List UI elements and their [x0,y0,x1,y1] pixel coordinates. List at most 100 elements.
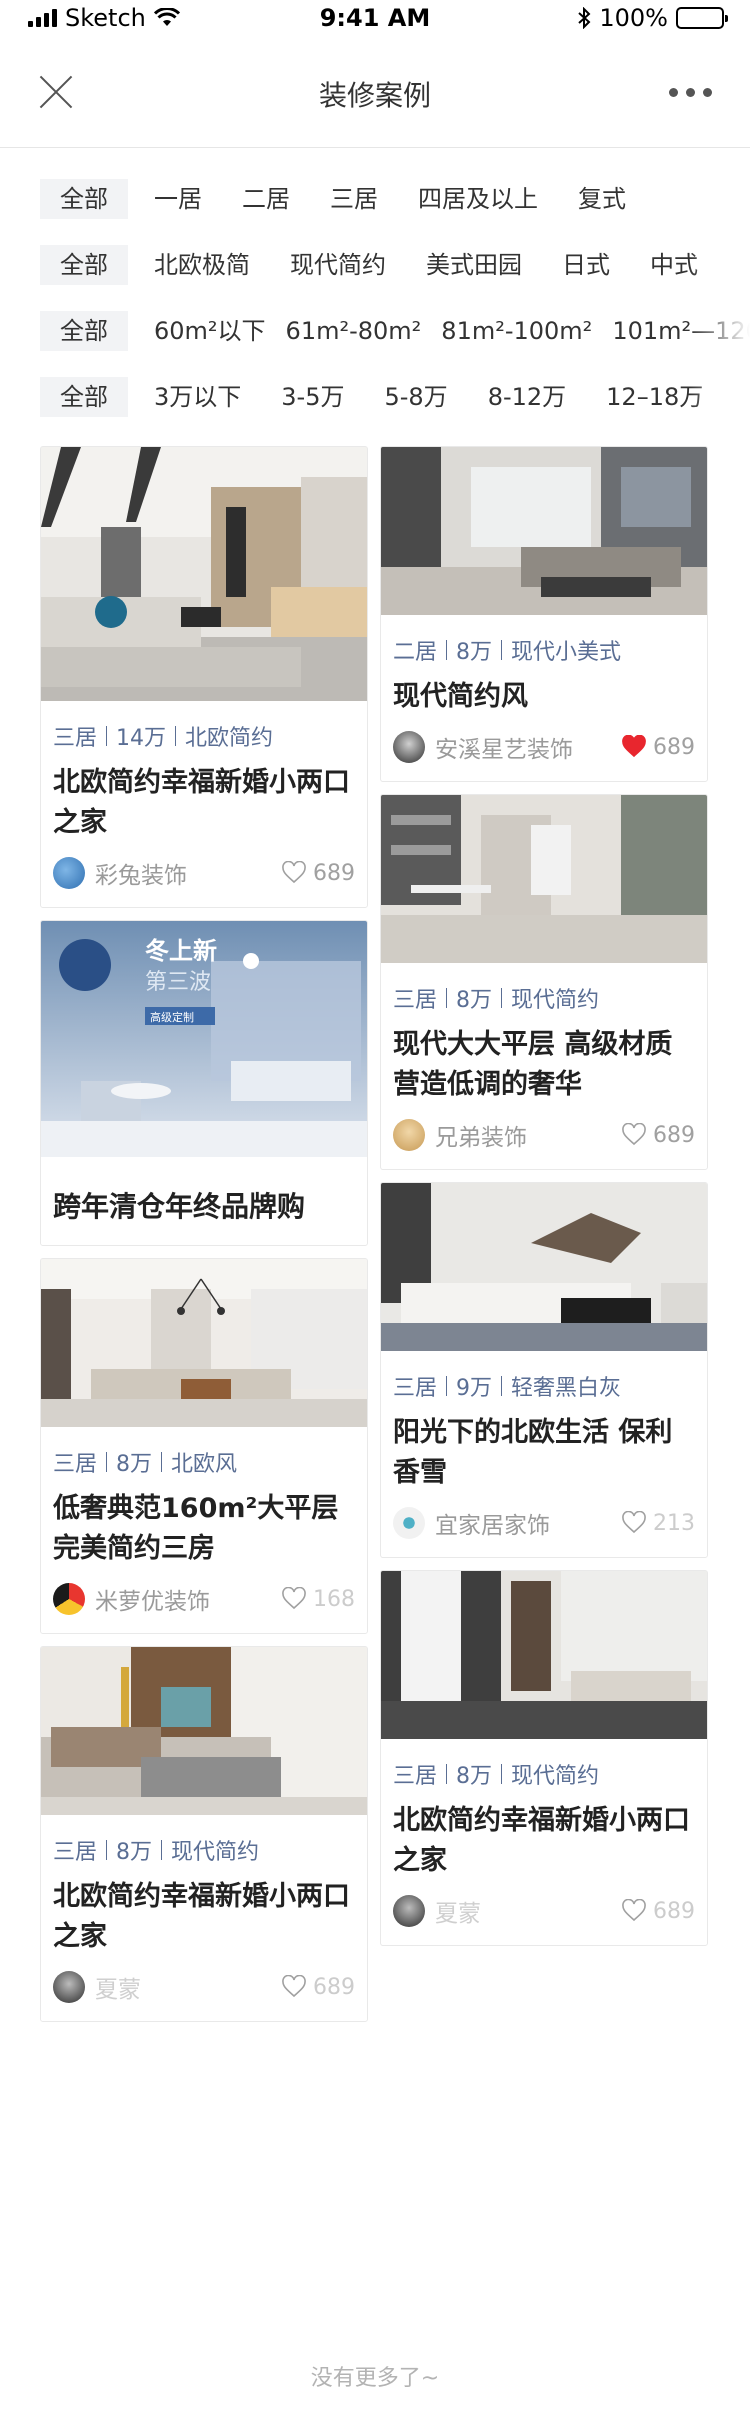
filter-chip[interactable]: 60m²以下 [154,311,266,351]
case-card[interactable]: 二居 8万 现代小美式 现代简约风 安溪星艺装饰 689 [380,446,708,782]
heart-outline-icon [282,861,306,884]
heart-outline-icon [622,1123,646,1146]
filter-row-budget: 全部 3万以下 3-5万 5-8万 8-12万 12–18万 [40,376,750,418]
filter-chip[interactable]: 5-8万 [384,377,447,417]
like-count: 689 [653,1898,695,1924]
feed-column-left: 三居 14万 北欧简约 北欧简约幸福新婚小两口之家 彩兔装饰 689 冬上新 第… [40,446,368,2034]
heart-outline-icon [282,1975,306,1998]
like-button[interactable]: 689 [621,1899,695,1924]
filter-chip[interactable]: 美式田园 [426,245,522,285]
case-title: 阳光下的北欧生活 保利香雪 [393,1417,673,1488]
tag-layout: 三居 [393,1764,438,1789]
row-fade [690,244,750,286]
filter-chip-all[interactable]: 全部 [40,245,128,285]
bluetooth-icon [578,7,591,29]
tag-budget: 8万 [456,988,493,1013]
poster-subtitle: 第三波 [145,970,211,995]
status-bar: Sketch 9:41 AM 100% [0,0,750,40]
avatar [393,731,425,763]
avatar [393,1119,425,1151]
tag-budget: 8万 [116,1840,153,1865]
filter-chip[interactable]: 3-5万 [281,377,344,417]
like-count: 213 [653,1510,695,1536]
filter-chip[interactable]: 现代简约 [290,245,386,285]
filter-chip[interactable]: 3万以下 [154,377,241,417]
case-card[interactable]: 三居 8万 现代简约 北欧简约幸福新婚小两口之家 夏蒙 689 [40,1646,368,2022]
filter-chip[interactable]: 复式 [578,179,626,219]
case-tags: 三居 8万 现代简约 [393,983,695,1013]
filter-chip[interactable]: 二居 [242,179,290,219]
case-title: 北欧简约幸福新婚小两口之家 [53,1881,350,1952]
case-photo [381,1571,707,1739]
tag-style: 现代简约 [511,988,600,1013]
filter-chip[interactable]: 81m²-100m² [441,311,592,351]
avatar [53,1971,85,2003]
promo-card[interactable]: 冬上新 第三波 高级定制 跨年清仓年终品牌购 [40,920,368,1246]
battery-icon [676,7,728,29]
tag-layout: 二居 [393,640,438,665]
case-meta: 夏蒙 689 [53,1969,355,2005]
case-card[interactable]: 三居 8万 现代简约 现代大大平层 高级材质营造低调的奢华 兄弟装饰 689 [380,794,708,1170]
tag-budget: 8万 [456,640,493,665]
author-name: 安溪星艺装饰 [435,737,573,763]
filter-chip[interactable]: 12–18万 [606,377,703,417]
row-fade [690,310,750,352]
heart-outline-icon [282,1587,306,1610]
like-count: 689 [653,1122,695,1148]
like-button[interactable]: 689 [621,735,695,760]
like-button[interactable]: 689 [621,1123,695,1148]
tag-layout: 三居 [393,1376,438,1401]
case-photo [381,795,707,963]
more-icon[interactable] [669,88,712,97]
avatar [53,857,85,889]
case-card[interactable]: 三居 8万 北欧风 低奢典范160m²大平层完美简约三房 米萝优装饰 168 [40,1258,368,1634]
heart-filled-icon [622,735,646,758]
poster-title: 冬上新 [145,937,217,965]
like-count: 168 [313,1586,355,1612]
filter-chip[interactable]: 北欧极简 [154,245,250,285]
filter-chip[interactable]: 三居 [330,179,378,219]
tag-layout: 三居 [53,1452,98,1477]
case-tags: 三居 9万 轻奢黑白灰 [393,1371,695,1401]
tag-style: 轻奢黑白灰 [511,1376,622,1401]
like-count: 689 [313,1974,355,2000]
case-card[interactable]: 三居 9万 轻奢黑白灰 阳光下的北欧生活 保利香雪 宜家居家饰 213 [380,1182,708,1558]
like-button[interactable]: 213 [621,1511,695,1536]
like-button[interactable]: 168 [281,1587,355,1612]
row-fade [690,376,750,418]
case-photo [41,1259,367,1427]
filter-chip-all[interactable]: 全部 [40,179,128,219]
case-card[interactable]: 三居 14万 北欧简约 北欧简约幸福新婚小两口之家 彩兔装饰 689 [40,446,368,908]
like-button[interactable]: 689 [281,1975,355,2000]
avatar [393,1507,425,1539]
filter-chip[interactable]: 61m²-80m² [286,311,422,351]
case-meta: 米萝优装饰 168 [53,1581,355,1617]
case-title: 现代简约风 [393,681,528,712]
case-title: 北欧简约幸福新婚小两口之家 [53,767,350,838]
filter-panel: 全部 一居 二居 三居 四居及以上 复式 全部 北欧极简 现代简约 美式田园 日… [40,178,750,442]
filter-chip-all[interactable]: 全部 [40,377,128,417]
filter-chip[interactable]: 四居及以上 [418,179,538,219]
case-card[interactable]: 三居 8万 现代简约 北欧简约幸福新婚小两口之家 夏蒙 689 [380,1570,708,1946]
tag-style: 现代简约 [171,1840,260,1865]
like-button[interactable]: 689 [281,861,355,886]
filter-chip[interactable]: 8-12万 [488,377,566,417]
filter-chip[interactable]: 日式 [562,245,610,285]
tag-style: 现代小美式 [511,640,622,665]
case-meta: 宜家居家饰 213 [393,1505,695,1541]
end-of-list-text: 没有更多了~ [310,2366,440,2391]
like-count: 689 [653,734,695,760]
avatar [393,1895,425,1927]
promo-title: 跨年清仓年终品牌购 [53,1190,306,1223]
case-meta: 夏蒙 689 [393,1893,695,1929]
nav-bar: 装修案例 [0,40,750,148]
tag-style: 北欧简约 [185,726,274,751]
filter-chip[interactable]: 一居 [154,179,202,219]
tag-budget: 8万 [116,1452,153,1477]
tag-style: 北欧风 [171,1452,238,1477]
case-meta: 安溪星艺装饰 689 [393,729,695,765]
filter-chip-all[interactable]: 全部 [40,311,128,351]
author-name: 米萝优装饰 [95,1589,210,1615]
tag-layout: 三居 [393,988,438,1013]
page-title: 装修案例 [318,79,431,112]
